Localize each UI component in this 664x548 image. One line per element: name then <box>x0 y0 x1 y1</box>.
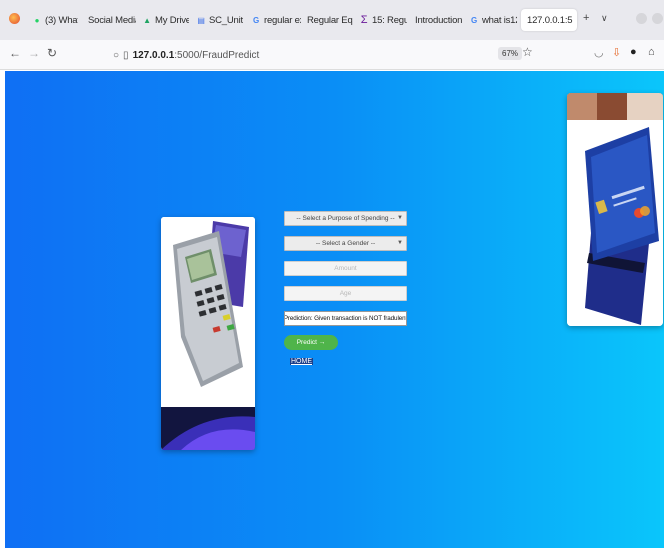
zoom-level-badge[interactable]: 67% <box>498 47 523 60</box>
prediction-result: Prediction: Given transaction is NOT fra… <box>284 311 407 326</box>
new-tab-icon[interactable]: + <box>583 12 589 24</box>
chevron-down-icon: ▼ <box>397 215 403 221</box>
minimize-window-button[interactable] <box>636 13 647 24</box>
pos-terminal-card <box>161 217 255 450</box>
predict-button[interactable]: Predict → <box>284 335 338 350</box>
docs-icon: ▤ <box>197 15 205 25</box>
forward-arrow-icon[interactable]: → <box>28 46 40 60</box>
page-icon: ▯ <box>123 49 129 61</box>
tab-regular-equ[interactable]: Regular Equ <box>307 9 353 31</box>
purpose-select-value: -- Select a Purpose of Spending -- <box>296 215 395 222</box>
age-input[interactable]: Age <box>284 286 407 301</box>
age-placeholder: Age <box>339 290 352 297</box>
google-icon: G <box>470 15 478 25</box>
browser-window: ● (3) Whats Social Media ▲ My Drive ▤ SC… <box>0 0 664 548</box>
shield-icon[interactable]: ○ <box>113 50 119 61</box>
reload-icon[interactable]: ↻ <box>47 46 57 60</box>
amount-input[interactable]: Amount <box>284 261 407 276</box>
tab-what-is[interactable]: G what is12 <box>469 9 517 31</box>
credit-card-image <box>567 93 663 326</box>
page-background: -- Select a Purpose of Spending -- ▼ -- … <box>5 71 664 548</box>
tab-label: My Drive <box>155 14 189 26</box>
tab-15-regu[interactable]: Σ 15: Regu <box>359 9 407 31</box>
tab-label: 15: Regu <box>372 14 407 26</box>
tab-sc-unit[interactable]: ▤ SC_Unit-2 <box>196 9 243 31</box>
tab-whatsapp[interactable]: ● (3) Whats <box>32 9 78 31</box>
puzzle-icon[interactable]: ⌂ <box>648 46 655 58</box>
tab-social-media[interactable]: Social Media <box>88 9 136 31</box>
url-bar[interactable]: ○ ▯ 127.0.0.1 :5000/FraudPredict <box>113 45 543 65</box>
credit-card-card <box>567 93 663 326</box>
pos-terminal-image <box>161 217 255 450</box>
tab-active-localhost[interactable]: 127.0.0.1:5 ✕ <box>521 9 577 31</box>
tab-list-chevron-icon[interactable]: ∨ <box>601 13 608 24</box>
tab-label: Social Media <box>88 14 136 26</box>
tab-my-drive[interactable]: ▲ My Drive <box>142 9 189 31</box>
tab-label: Regular Equ <box>307 14 353 26</box>
tab-introduction[interactable]: Introduction <box>415 9 463 31</box>
navigation-bar: ← → ↻ ○ ▯ 127.0.0.1 :5000/FraudPredict 6… <box>0 40 664 70</box>
firefox-icon[interactable] <box>9 13 20 24</box>
extension-icon[interactable]: ● <box>630 46 637 58</box>
sigma-icon: Σ <box>360 14 368 26</box>
url-path: :5000/FraudPredict <box>174 49 260 61</box>
close-window-button[interactable] <box>652 13 663 24</box>
bookmark-star-icon[interactable]: ☆ <box>522 45 533 59</box>
tab-regular-ex[interactable]: G regular ex <box>251 9 301 31</box>
tab-label: regular ex <box>264 14 301 26</box>
drive-icon: ▲ <box>143 15 151 25</box>
close-tab-icon[interactable]: ✕ <box>576 16 577 25</box>
tab-label: 127.0.0.1:5 <box>527 14 573 26</box>
tab-label: SC_Unit-2 <box>209 14 243 26</box>
fraud-predict-form: -- Select a Purpose of Spending -- ▼ -- … <box>284 211 408 368</box>
tab-label: (3) Whats <box>45 14 78 26</box>
whatsapp-icon: ● <box>34 15 40 25</box>
purpose-of-spending-select[interactable]: -- Select a Purpose of Spending -- ▼ <box>284 211 407 226</box>
back-arrow-icon[interactable]: ← <box>9 46 21 60</box>
chevron-down-icon: ▼ <box>397 240 403 246</box>
gender-select-value: -- Select a Gender -- <box>315 240 376 247</box>
google-icon: G <box>252 15 260 25</box>
tab-label: Introduction <box>415 14 463 26</box>
gender-select[interactable]: -- Select a Gender -- ▼ <box>284 236 407 251</box>
amount-placeholder: Amount <box>334 265 357 272</box>
home-link[interactable]: HOME <box>290 358 313 365</box>
tab-label: what is12 <box>482 14 517 26</box>
url-host: 127.0.0.1 <box>132 49 175 61</box>
tab-strip: ● (3) Whats Social Media ▲ My Drive ▤ SC… <box>0 0 664 40</box>
download-icon[interactable]: ⇩ <box>612 46 621 59</box>
pocket-icon[interactable]: ◡ <box>594 46 604 59</box>
